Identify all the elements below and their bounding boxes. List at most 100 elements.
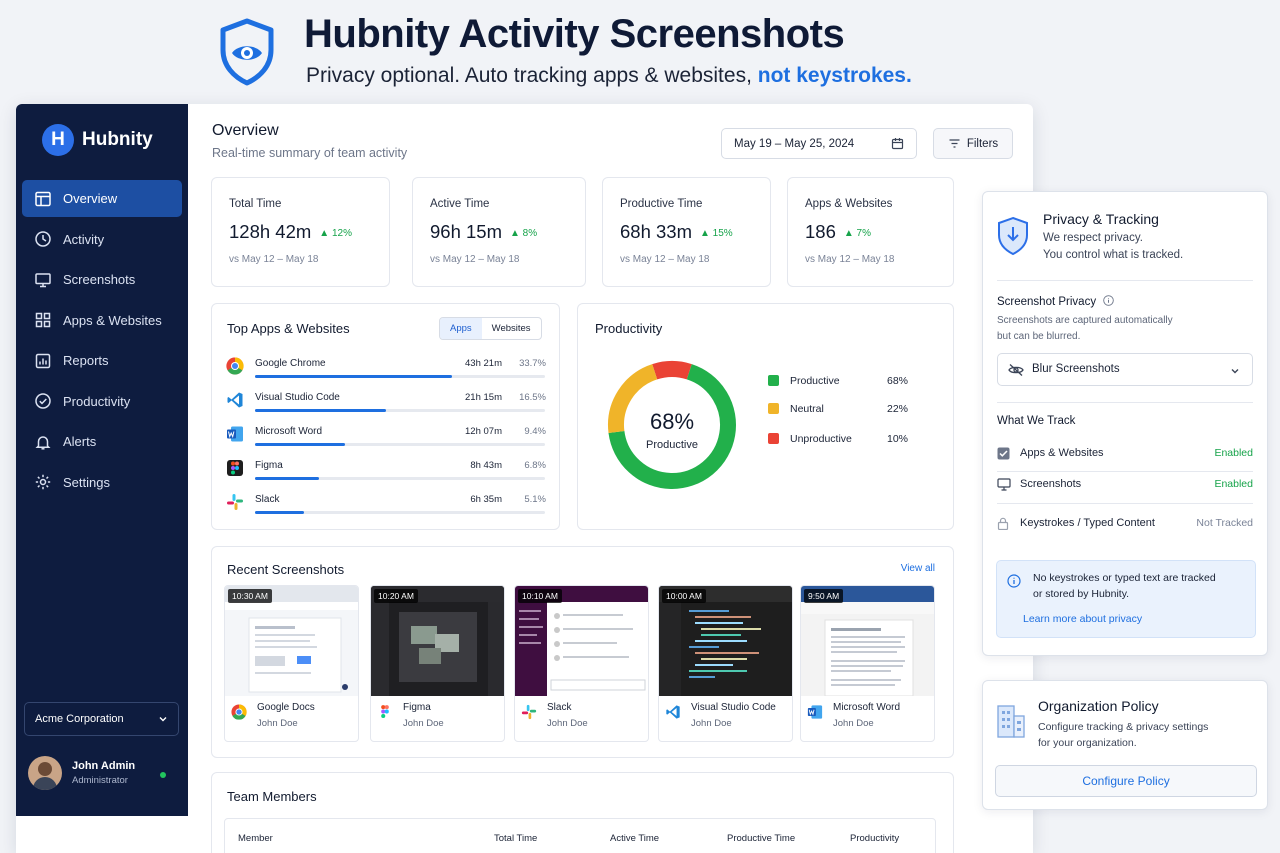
sidebar-item-screenshots[interactable]: Screenshots bbox=[22, 261, 182, 298]
gear-icon bbox=[35, 474, 51, 490]
column-header[interactable]: Productivity bbox=[850, 833, 899, 844]
app-name: Microsoft Word bbox=[255, 426, 323, 437]
stat-delta: ▲ 8% bbox=[510, 227, 538, 239]
donut-segment-unproductive[interactable] bbox=[652, 361, 692, 380]
column-header[interactable]: Productive Time bbox=[727, 833, 795, 844]
info-text: No keystrokes or typed text are tracked bbox=[1033, 572, 1216, 584]
track-item-label: Screenshots bbox=[1020, 478, 1082, 490]
chrome-icon bbox=[226, 357, 244, 375]
track-item-status: Not Tracked bbox=[1196, 517, 1253, 529]
chart-icon bbox=[35, 353, 51, 368]
app-time: 12h 07m bbox=[465, 426, 502, 437]
sidebar-item-productivity[interactable]: Productivity bbox=[22, 383, 182, 420]
stat-compare: vs May 12 – May 18 bbox=[620, 254, 710, 265]
stat-number: 128h 42m bbox=[229, 221, 312, 242]
divider bbox=[997, 503, 1253, 504]
hero-subtitle-highlight: not keystrokes. bbox=[757, 64, 912, 87]
list-item[interactable]: Microsoft Word 12h 07m 9.4% bbox=[226, 425, 546, 459]
productivity-card: Productivity 68% Productive Productive 6… bbox=[577, 303, 954, 530]
screenshot-app: Figma bbox=[403, 702, 431, 713]
screenshot-thumbnail[interactable]: 9:50 AM Microsoft Word John Doe bbox=[800, 585, 935, 742]
app-time: 43h 21m bbox=[465, 358, 502, 369]
divider bbox=[997, 280, 1253, 281]
stat-card-total-time: Total Time 128h 42m ▲ 12% vs May 12 – May… bbox=[211, 177, 390, 287]
apps-websites-toggle: Apps Websites bbox=[439, 317, 542, 340]
screenshot-thumbnail[interactable]: 10:10 AM Slack John Doe bbox=[514, 585, 649, 742]
date-range-value: May 19 – May 25, 2024 bbox=[734, 137, 855, 150]
panel-subtitle: We respect privacy. bbox=[1043, 232, 1143, 244]
sidebar-item-settings[interactable]: Settings bbox=[22, 464, 182, 501]
app-percent: 33.7% bbox=[519, 358, 546, 369]
screenshot-time: 10:20 AM bbox=[374, 589, 418, 603]
list-item[interactable]: Google Chrome 43h 21m 33.7% bbox=[226, 357, 546, 391]
stat-number: 96h 15m bbox=[430, 221, 502, 242]
legend-swatch bbox=[768, 403, 779, 414]
sidebar-item-label: Productivity bbox=[63, 393, 131, 409]
slack-icon bbox=[521, 704, 537, 720]
screenshot-thumbnail[interactable]: 10:00 AM Visual Studio Code John Doe bbox=[658, 585, 793, 742]
legend-swatch bbox=[768, 375, 779, 386]
list-item[interactable]: Slack 6h 35m 5.1% bbox=[226, 493, 546, 527]
tab-apps[interactable]: Apps bbox=[440, 318, 482, 339]
calendar-icon bbox=[891, 138, 904, 150]
team-table bbox=[224, 818, 936, 853]
info-icon[interactable] bbox=[1103, 295, 1115, 306]
brand-logo[interactable]: H Hubnity bbox=[42, 124, 153, 156]
screenshot-time: 10:10 AM bbox=[518, 589, 562, 603]
screenshot-user: John Doe bbox=[257, 718, 298, 729]
list-item[interactable]: Figma 8h 43m 6.8% bbox=[226, 459, 546, 493]
sidebar-item-alerts[interactable]: Alerts bbox=[22, 423, 182, 460]
usage-bar bbox=[255, 511, 545, 514]
check-circle-icon bbox=[35, 393, 51, 409]
stat-value: 186 ▲ 7% bbox=[805, 221, 871, 243]
view-all-link[interactable]: View all bbox=[901, 563, 935, 574]
track-item-status: Enabled bbox=[1214, 447, 1253, 459]
sidebar-item-label: Reports bbox=[63, 353, 109, 368]
sidebar-item-label: Activity bbox=[63, 231, 105, 247]
blur-screenshots-select[interactable]: Blur Screenshots bbox=[997, 353, 1253, 386]
stat-number: 68h 33m bbox=[620, 221, 692, 242]
user-profile[interactable]: John Admin Administrator bbox=[28, 756, 178, 790]
stat-card-productive-time: Productive Time 68h 33m ▲ 15% vs May 12 –… bbox=[602, 177, 771, 287]
sidebar-item-reports[interactable]: Reports bbox=[22, 342, 182, 379]
section-title: Recent Screenshots bbox=[227, 562, 345, 577]
sidebar-item-apps-websites[interactable]: Apps & Websites bbox=[22, 302, 182, 339]
date-range-picker[interactable]: May 19 – May 25, 2024 bbox=[721, 128, 917, 159]
usage-bar-fill bbox=[255, 375, 453, 378]
screenshot-thumbnail[interactable]: 10:30 AM Google Docs John Doe bbox=[224, 585, 359, 742]
screenshot-preview: 10:30 AM bbox=[225, 586, 358, 696]
brand-name: Hubnity bbox=[82, 129, 153, 150]
organization-policy-panel: Organization Policy Configure tracking &… bbox=[982, 680, 1268, 810]
list-item[interactable]: Visual Studio Code 21h 15m 16.5% bbox=[226, 391, 546, 425]
sidebar-item-activity[interactable]: Activity bbox=[22, 221, 182, 258]
sidebar-item-overview[interactable]: Overview bbox=[22, 180, 182, 217]
hero-subtitle-text: Privacy optional. Auto tracking apps & w… bbox=[306, 64, 752, 87]
column-header[interactable]: Member bbox=[238, 833, 273, 844]
filters-button[interactable]: Filters bbox=[933, 128, 1013, 159]
learn-more-privacy-link[interactable]: Learn more about privacy bbox=[1023, 613, 1142, 625]
panel-description: Configure tracking & privacy settings bbox=[1038, 721, 1209, 733]
screenshot-preview: 9:50 AM bbox=[801, 586, 934, 696]
team-members-card: Team Members Member Total Time Active Ti… bbox=[211, 772, 954, 853]
usage-bar bbox=[255, 375, 545, 378]
figma-icon bbox=[381, 705, 389, 719]
shield-check-icon bbox=[998, 216, 1028, 256]
column-header[interactable]: Active Time bbox=[610, 833, 659, 844]
column-header[interactable]: Total Time bbox=[494, 833, 537, 844]
screenshot-thumbnail[interactable]: 10:20 AM Figma John Doe bbox=[370, 585, 505, 742]
app-time: 21h 15m bbox=[465, 392, 502, 403]
shield-eye-icon bbox=[220, 18, 274, 86]
legend-value: 22% bbox=[886, 403, 908, 415]
eye-off-icon bbox=[1008, 364, 1024, 376]
configure-policy-button[interactable]: Configure Policy bbox=[995, 765, 1257, 797]
screenshot-app: Visual Studio Code bbox=[691, 702, 776, 713]
organization-name: Acme Corporation bbox=[35, 713, 124, 725]
screenshot-user: John Doe bbox=[691, 718, 732, 729]
track-item-label: Keystrokes / Typed Content bbox=[1020, 517, 1155, 529]
vscode-icon bbox=[227, 392, 243, 408]
tab-websites[interactable]: Websites bbox=[482, 318, 541, 339]
stat-number: 186 bbox=[805, 221, 836, 242]
sidebar-item-label: Alerts bbox=[63, 434, 97, 449]
organization-select[interactable]: Acme Corporation bbox=[24, 702, 179, 736]
stat-label: Total Time bbox=[229, 198, 282, 210]
